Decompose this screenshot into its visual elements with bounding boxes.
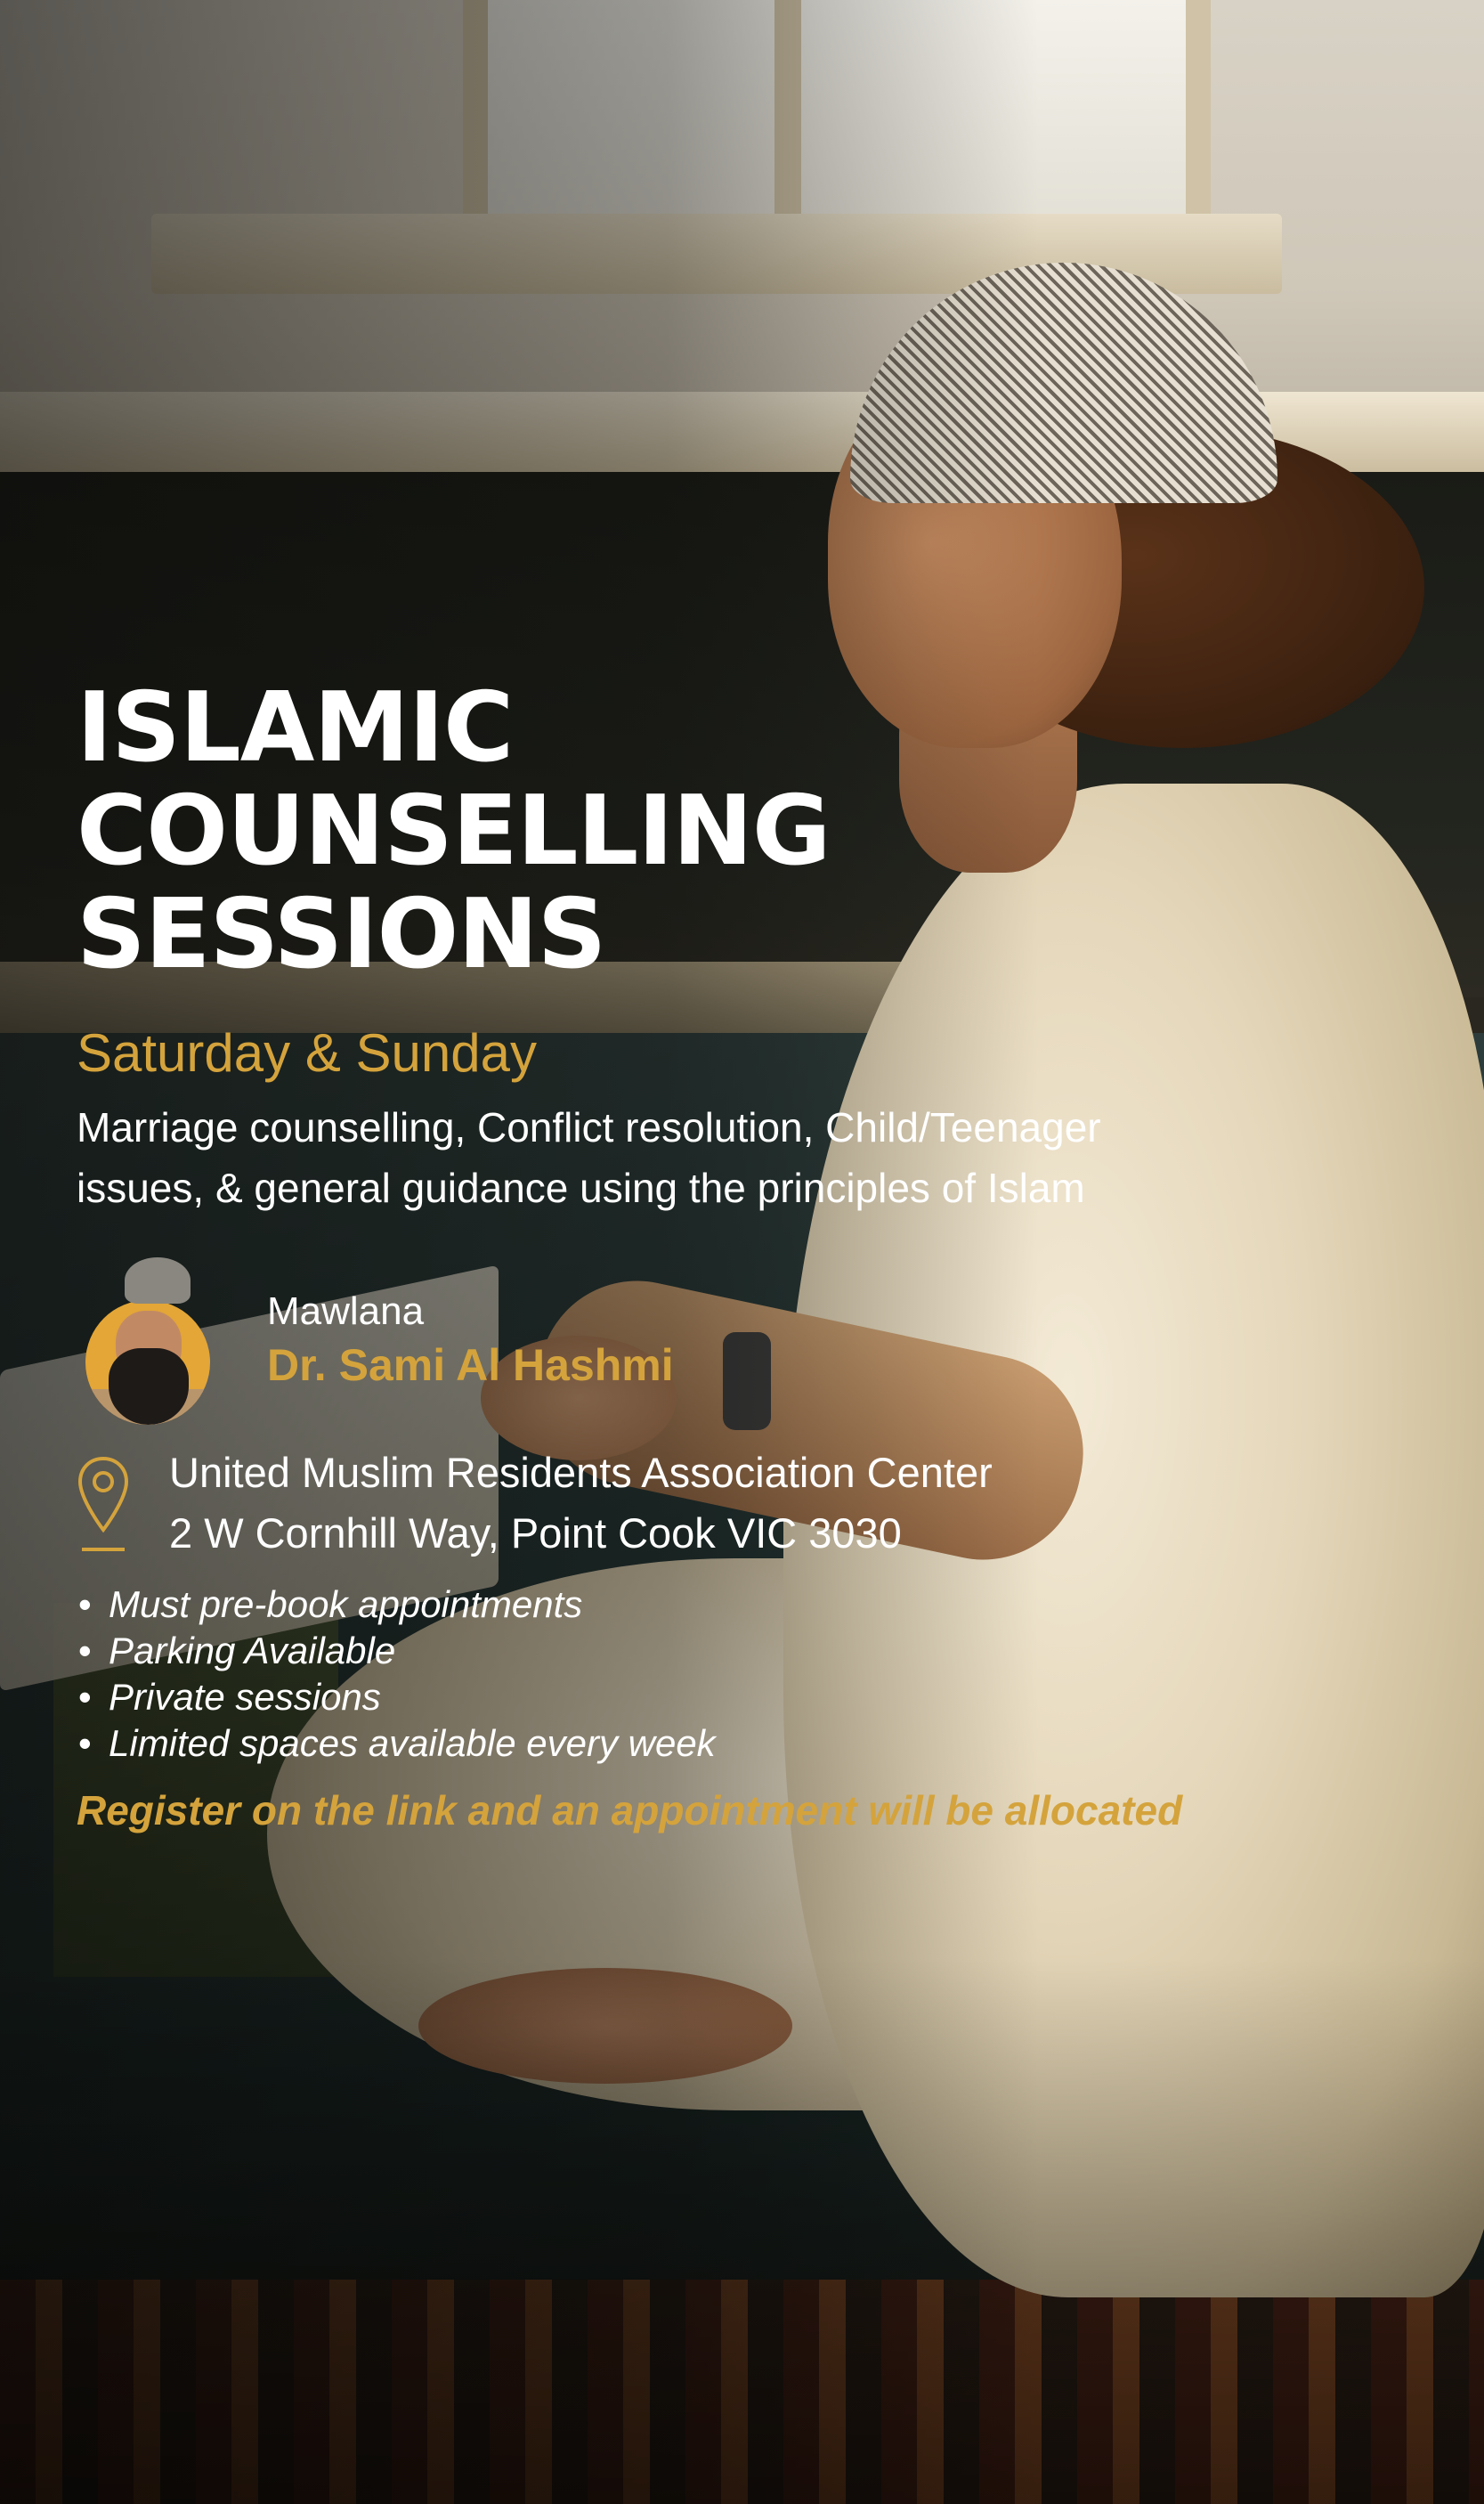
session-description: Marriage counselling, Conflict resolutio… bbox=[77, 1097, 1269, 1218]
background-photo bbox=[0, 0, 1484, 2504]
title-line: ISLAMIC bbox=[77, 672, 514, 784]
speaker-avatar bbox=[80, 1257, 214, 1425]
description-line: issues, & general guidance using the pri… bbox=[77, 1165, 1085, 1211]
speaker-block: Mawlana Dr. Sami Al Hashmi bbox=[80, 1257, 1148, 1427]
address-line: United Muslim Residents Association Cent… bbox=[169, 1449, 993, 1496]
notes-list: Must pre-book appointments Parking Avail… bbox=[77, 1581, 716, 1767]
address: United Muslim Residents Association Cent… bbox=[169, 1443, 993, 1564]
speaker-name: Dr. Sami Al Hashmi bbox=[267, 1340, 674, 1390]
location-pin-icon bbox=[77, 1456, 129, 1551]
title-line: COUNSELLING bbox=[77, 776, 831, 887]
poster-title: ISLAMIC COUNSELLING SESSIONS bbox=[77, 677, 831, 987]
session-days: Saturday & Sunday bbox=[77, 1023, 538, 1083]
note-item: Must pre-book appointments bbox=[77, 1581, 716, 1628]
location-block: United Muslim Residents Association Cent… bbox=[77, 1443, 1234, 1567]
note-item: Parking Available bbox=[77, 1628, 716, 1674]
address-line: 2 W Cornhill Way, Point Cook VIC 3030 bbox=[169, 1509, 902, 1557]
note-item: Private sessions bbox=[77, 1674, 716, 1720]
register-cta: Register on the link and an appointment … bbox=[77, 1787, 1183, 1833]
speaker-title: Mawlana bbox=[267, 1289, 425, 1333]
title-line: SESSIONS bbox=[77, 879, 606, 990]
note-item: Limited spaces available every week bbox=[77, 1720, 716, 1767]
description-line: Marriage counselling, Conflict resolutio… bbox=[77, 1104, 1101, 1150]
